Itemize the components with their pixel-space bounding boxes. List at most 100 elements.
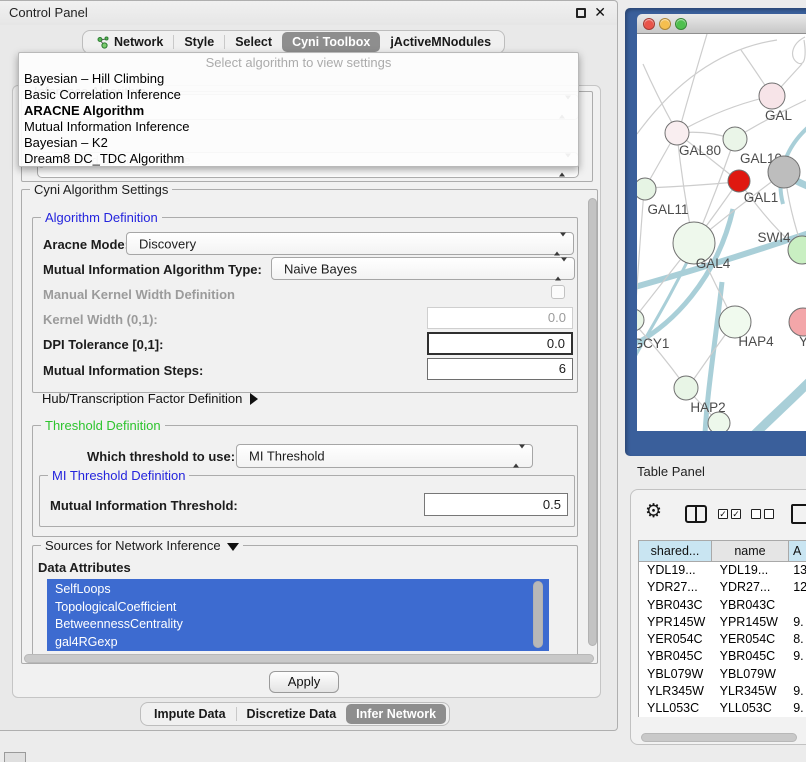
table-row[interactable]: YLL053CYLL053C9. [639, 700, 806, 717]
stepper-arrows-icon [554, 236, 566, 251]
dpi-tolerance-label: DPI Tolerance [0,1]: [43, 337, 163, 352]
popup-item-bayesian-k2[interactable]: Bayesian – K2 [19, 135, 578, 151]
control-panel-title: Control Panel [9, 5, 88, 20]
network-window-titlebar[interactable] [637, 14, 806, 34]
popup-item-aracne[interactable]: ARACNE Algorithm [19, 103, 578, 119]
popup-item-mutual-information[interactable]: Mutual Information Inference [19, 119, 578, 135]
algorithm-dropdown-popup: Select algorithm to view settings Bayesi… [18, 52, 579, 167]
control-panel-window: Control Panel ✕ Network Style Select Cyn… [0, 0, 618, 731]
network-node[interactable] [708, 412, 730, 431]
column-header-third[interactable]: A [788, 541, 806, 561]
node-label: SWI4 [757, 230, 790, 245]
new-table-icon[interactable] [791, 504, 806, 524]
table-row[interactable]: YPR145WYPR145W9. [639, 614, 806, 631]
mi-threshold-definition-label: MI Threshold Definition [48, 468, 189, 483]
network-node[interactable] [665, 121, 689, 145]
network-node[interactable] [728, 170, 750, 192]
stepper-arrows-icon [555, 261, 567, 276]
data-attributes-list[interactable]: SelfLoops TopologicalCoefficient Between… [47, 579, 549, 651]
mi-type-combobox[interactable]: Naive Bayes [271, 257, 575, 280]
settings-vertical-scrollbar[interactable] [588, 198, 597, 646]
network-node[interactable] [674, 376, 698, 400]
table-row[interactable]: YER054CYER054C8. [639, 631, 806, 648]
column-header-name[interactable]: name [711, 541, 788, 561]
minimize-button[interactable] [659, 18, 671, 30]
hub-definition-expander[interactable]: Hub/Transcription Factor Definition [42, 391, 258, 406]
gear-icon[interactable]: ⚙ [645, 500, 662, 522]
attribute-item-selfloops[interactable]: SelfLoops [47, 581, 549, 599]
mi-threshold-field[interactable]: 0.5 [424, 493, 568, 516]
which-threshold-value: MI Threshold [249, 449, 325, 464]
tab-style[interactable]: Style [174, 32, 224, 52]
column-header-shared-name[interactable]: shared... [638, 541, 711, 561]
tab-cyni-toolbox[interactable]: Cyni Toolbox [282, 32, 380, 52]
which-threshold-label: Which threshold to use: [87, 449, 235, 464]
table-row[interactable]: YBR043CYBR043C [639, 597, 806, 614]
settings-horizontal-scrollbar[interactable] [24, 654, 594, 663]
table-body: YDL19...YDL19...13YDR27...YDR27...12YBR0… [638, 562, 806, 717]
dpi-tolerance-field[interactable]: 0.0 [427, 332, 573, 355]
table-horizontal-scrollbar[interactable] [641, 733, 797, 742]
network-node[interactable] [789, 308, 806, 336]
expand-right-icon [250, 393, 258, 405]
table-row[interactable]: YDR27...YDR27...12 [639, 579, 806, 596]
split-columns-icon[interactable] [685, 505, 707, 523]
node-label: HAP4 [738, 334, 774, 349]
which-threshold-combobox[interactable]: MI Threshold [236, 444, 533, 468]
attribute-item-betweennesscentrality[interactable]: BetweennessCentrality [47, 616, 549, 634]
node-label: GAL11 [647, 202, 688, 217]
aracne-mode-combobox[interactable]: Discovery [126, 232, 574, 255]
tab-infer-network[interactable]: Infer Network [346, 704, 446, 724]
network-node[interactable] [768, 156, 800, 188]
popup-item-basic-correlation[interactable]: Basic Correlation Inference [19, 87, 578, 103]
table-row[interactable]: YDL19...YDL19...13 [639, 562, 806, 579]
network-canvas[interactable]: GALGAL80GAL10GAL1GAL11GAL4SWI4GCY1HAP4YH… [637, 34, 806, 431]
close-button[interactable] [643, 18, 655, 30]
attribute-item-gal4rgexp[interactable]: gal4RGexp [47, 634, 549, 652]
network-node[interactable] [723, 127, 747, 151]
table-cell [788, 597, 806, 614]
control-panel-titlebar[interactable]: Control Panel ✕ [0, 1, 617, 25]
control-panel-tabbar: Network Style Select Cyni Toolbox jActiv… [82, 30, 505, 54]
zoom-button[interactable] [675, 18, 687, 30]
algorithm-definition-group: Algorithm Definition Aracne Mode: Discov… [32, 217, 578, 393]
table-cell: YDL19... [639, 562, 712, 579]
popup-item-bayesian-hill-climbing[interactable]: Bayesian – Hill Climbing [19, 71, 578, 87]
network-node[interactable] [637, 178, 656, 200]
kernel-width-field[interactable]: 0.0 [427, 307, 573, 329]
network-node[interactable] [637, 309, 644, 331]
select-all-icon[interactable]: ✓ [718, 509, 728, 519]
deselect-all-icon[interactable] [751, 509, 761, 519]
apply-button[interactable]: Apply [269, 671, 339, 693]
popup-item-dream8[interactable]: Dream8 DC_TDC Algorithm [19, 151, 578, 167]
tab-select[interactable]: Select [225, 32, 282, 52]
data-attributes-label: Data Attributes [38, 560, 131, 575]
network-node[interactable] [759, 83, 785, 109]
table-cell: YBL079W [639, 666, 712, 683]
cyni-algorithm-settings-group: Cyni Algorithm Settings Algorithm Defini… [21, 189, 598, 664]
sources-group-label[interactable]: Sources for Network Inference [41, 538, 243, 553]
tab-network[interactable]: Network [86, 32, 173, 52]
kernel-width-label: Kernel Width (0,1): [43, 312, 158, 327]
select-all-icon[interactable]: ✓ [731, 509, 741, 519]
float-icon[interactable] [576, 8, 586, 18]
table-cell: YER054C [712, 631, 789, 648]
table-row[interactable]: YLR345WYLR345W9. [639, 683, 806, 700]
close-icon[interactable]: ✕ [594, 4, 606, 21]
attributes-list-scrollbar[interactable] [533, 581, 543, 648]
attribute-item-topologicalcoefficient[interactable]: TopologicalCoefficient [47, 599, 549, 617]
table-row[interactable]: YBR045CYBR045C9. [639, 648, 806, 665]
aracne-mode-label: Aracne Mode: [43, 237, 129, 252]
manual-kernel-checkbox[interactable] [551, 285, 565, 299]
mi-steps-field[interactable]: 6 [427, 358, 573, 380]
network-icon [96, 36, 109, 49]
tab-jactivemnodules[interactable]: jActiveMNodules [380, 32, 501, 52]
table-row[interactable]: YBL079WYBL079W [639, 666, 806, 683]
tab-impute-data[interactable]: Impute Data [144, 704, 236, 724]
table-cell: YLR345W [712, 683, 789, 700]
collapsed-panel-chip[interactable] [4, 752, 26, 762]
mi-threshold-definition-group: MI Threshold Definition Mutual Informati… [39, 475, 575, 527]
deselect-all-icon[interactable] [764, 509, 774, 519]
tab-discretize-data[interactable]: Discretize Data [237, 704, 347, 724]
table-cell: YLL053C [712, 700, 789, 717]
